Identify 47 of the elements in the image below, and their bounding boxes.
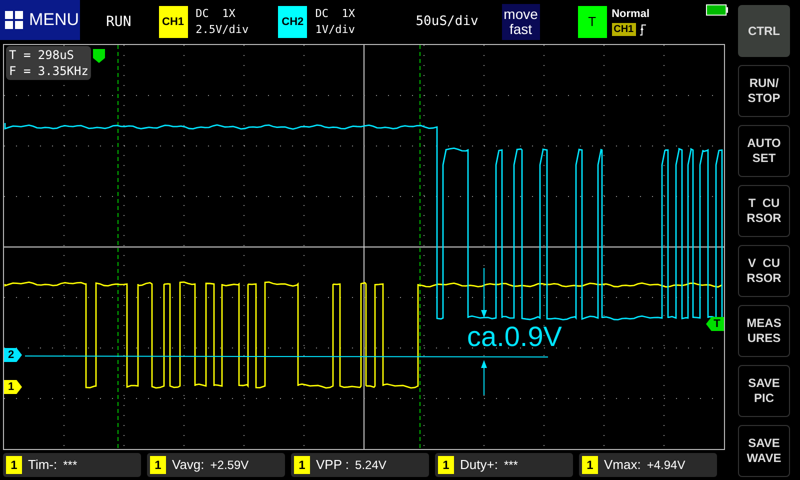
run-status: RUN	[106, 12, 132, 32]
move-mode-button[interactable]: move fast	[502, 4, 540, 40]
channel-number-badge: 1	[438, 456, 454, 474]
side-menu-button[interactable]: V CU RSOR	[738, 245, 790, 297]
channel-marker[interactable]: 1	[4, 380, 22, 394]
trigger-source-badge: CH1	[612, 23, 636, 36]
volts-per-div: 2.5V/div	[196, 22, 250, 38]
readout-text: F = 3.35KHz	[9, 63, 88, 79]
measurement-value: +2.59V	[210, 457, 249, 474]
channel-number-badge: 1	[294, 456, 310, 474]
measurement-label: Vavg:	[172, 456, 204, 474]
side-menu-button[interactable]: T CU RSOR	[738, 185, 790, 237]
annotation-text: ca.0.9V	[467, 321, 562, 353]
trigger-mode: Normal	[612, 8, 650, 21]
dimension-arrow	[481, 360, 487, 396]
volts-per-div: 1V/div	[315, 22, 356, 38]
channel-badge[interactable]: CH1	[158, 6, 188, 38]
side-menu-button[interactable]: RUN/ STOP	[738, 65, 790, 117]
measurement-value: ***	[63, 457, 78, 474]
coupling-label: DC 1X	[315, 6, 356, 22]
measurement-value: ***	[504, 457, 518, 474]
coupling-label: DC 1X	[196, 6, 236, 22]
menu-icon	[5, 11, 23, 29]
channel-number-badge: 1	[582, 456, 598, 474]
measurement-value: +4.94V	[646, 457, 686, 474]
channel-number-badge: 1	[6, 456, 22, 474]
menu-button[interactable]: MENU	[0, 0, 80, 40]
timebase-label: 50uS/div	[416, 13, 480, 32]
channel-number-badge: 1	[150, 456, 166, 474]
side-menu-button[interactable]: AUTO SET	[738, 125, 790, 177]
measurement-value: 5.24V	[355, 457, 386, 474]
battery-icon	[706, 4, 728, 16]
measurement-label: Duty+:	[460, 456, 498, 474]
readout-text: T = 298uS	[9, 47, 76, 63]
measurement-label: Tim-:	[28, 456, 58, 474]
channel-marker[interactable]: 2	[4, 348, 22, 362]
trigger-level-marker[interactable]: T	[706, 317, 724, 331]
dimension-arrow	[481, 268, 487, 318]
measurement-label: Vmax:	[604, 456, 641, 474]
channel-badge[interactable]: CH2	[278, 6, 308, 38]
side-menu-button[interactable]: SAVE WAVE	[738, 425, 790, 477]
side-menu-button[interactable]: MEAS URES	[738, 305, 790, 357]
side-menu-button[interactable]: SAVE PIC	[738, 365, 790, 417]
measurement-label: VPP :	[316, 456, 350, 474]
side-menu-button[interactable]: CTRL	[738, 5, 790, 57]
trigger-badge[interactable]: T	[578, 6, 607, 38]
rising-edge-icon	[640, 24, 646, 36]
